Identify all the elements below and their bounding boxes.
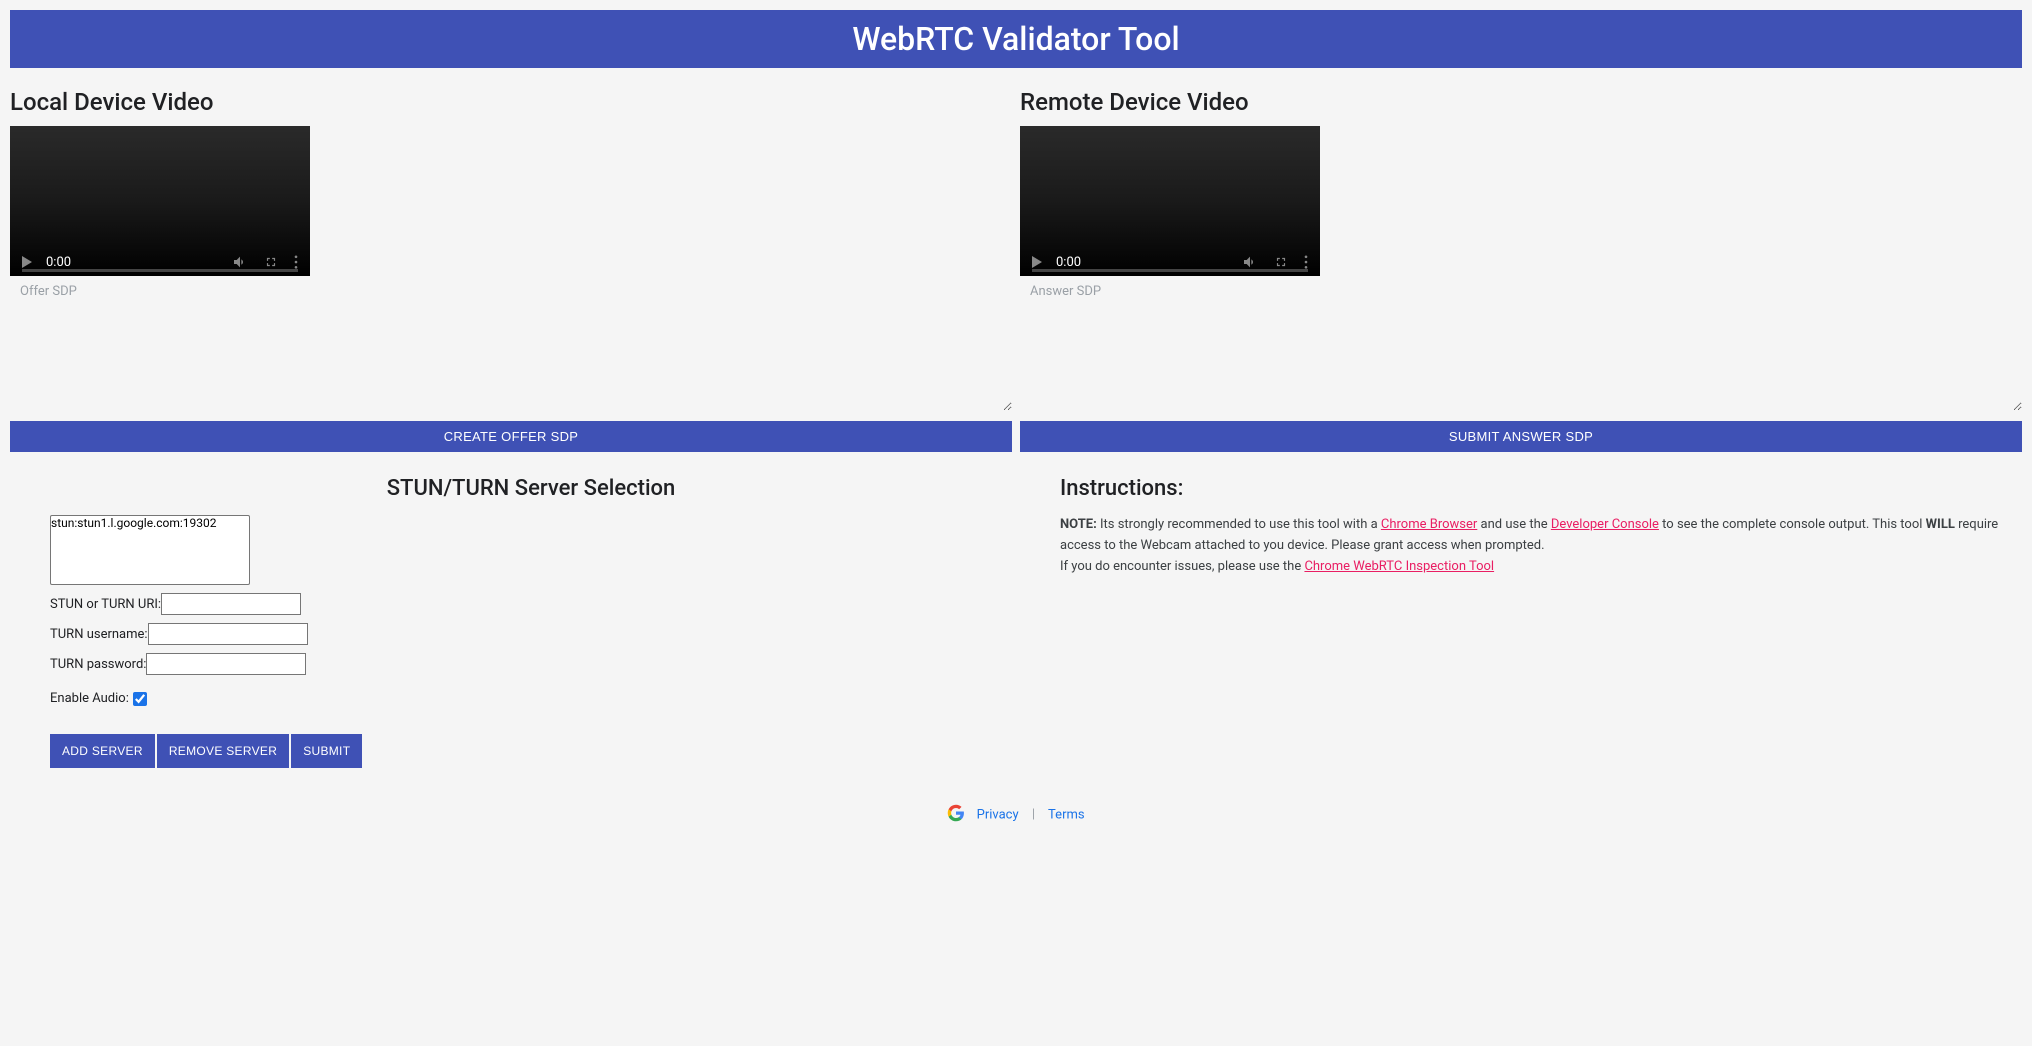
more-icon[interactable]	[1304, 255, 1308, 269]
local-video-player[interactable]: 0:00	[10, 126, 310, 276]
play-icon[interactable]	[1032, 256, 1042, 268]
instructions-paragraph-2: If you do encounter issues, please use t…	[1060, 557, 2022, 578]
webrtc-inspection-link[interactable]: Chrome WebRTC Inspection Tool	[1304, 559, 1494, 574]
terms-link[interactable]: Terms	[1048, 807, 1085, 822]
turn-username-label: TURN username:	[50, 627, 148, 642]
remote-video-heading: Remote Device Video	[1020, 88, 2022, 116]
server-option[interactable]: stun:stun1.l.google.com:19302	[51, 516, 249, 530]
create-offer-button[interactable]: CREATE OFFER SDP	[10, 421, 1012, 452]
footer-separator: |	[1032, 807, 1035, 822]
enable-audio-label: Enable Audio:	[50, 691, 129, 706]
stun-turn-uri-input[interactable]	[161, 593, 301, 615]
answer-sdp-textarea[interactable]	[1020, 276, 2022, 411]
more-icon[interactable]	[294, 255, 298, 269]
page-title: WebRTC Validator Tool	[10, 10, 2022, 68]
remote-video-time: 0:00	[1056, 255, 1081, 270]
chrome-browser-link[interactable]: Chrome Browser	[1381, 517, 1477, 532]
remote-video-player[interactable]: 0:00	[1020, 126, 1320, 276]
uri-label: STUN or TURN URI:	[50, 597, 161, 612]
privacy-link[interactable]: Privacy	[977, 807, 1019, 822]
offer-sdp-textarea[interactable]	[10, 276, 1012, 411]
volume-icon[interactable]	[232, 254, 248, 270]
instructions-paragraph-1: NOTE: Its strongly recommended to use th…	[1060, 515, 2022, 557]
submit-servers-button[interactable]: SUBMIT	[291, 734, 362, 768]
play-icon[interactable]	[22, 256, 32, 268]
footer: Privacy | Terms	[10, 804, 2022, 826]
fullscreen-icon[interactable]	[1274, 255, 1288, 269]
local-video-time: 0:00	[46, 255, 71, 270]
google-logo-icon	[947, 804, 965, 826]
turn-username-input[interactable]	[148, 623, 308, 645]
submit-answer-button[interactable]: SUBMIT ANSWER SDP	[1020, 421, 2022, 452]
turn-password-label: TURN password:	[50, 657, 146, 672]
fullscreen-icon[interactable]	[264, 255, 278, 269]
enable-audio-checkbox[interactable]	[133, 692, 147, 706]
server-list-select[interactable]: stun:stun1.l.google.com:19302	[50, 515, 250, 585]
volume-icon[interactable]	[1242, 254, 1258, 270]
remove-server-button[interactable]: REMOVE SERVER	[157, 734, 289, 768]
note-label: NOTE:	[1060, 517, 1097, 532]
add-server-button[interactable]: ADD SERVER	[50, 734, 155, 768]
developer-console-link[interactable]: Developer Console	[1551, 517, 1659, 532]
server-section-heading: STUN/TURN Server Selection	[50, 476, 1012, 501]
turn-password-input[interactable]	[146, 653, 306, 675]
instructions-heading: Instructions:	[1060, 476, 2022, 501]
local-video-heading: Local Device Video	[10, 88, 1012, 116]
